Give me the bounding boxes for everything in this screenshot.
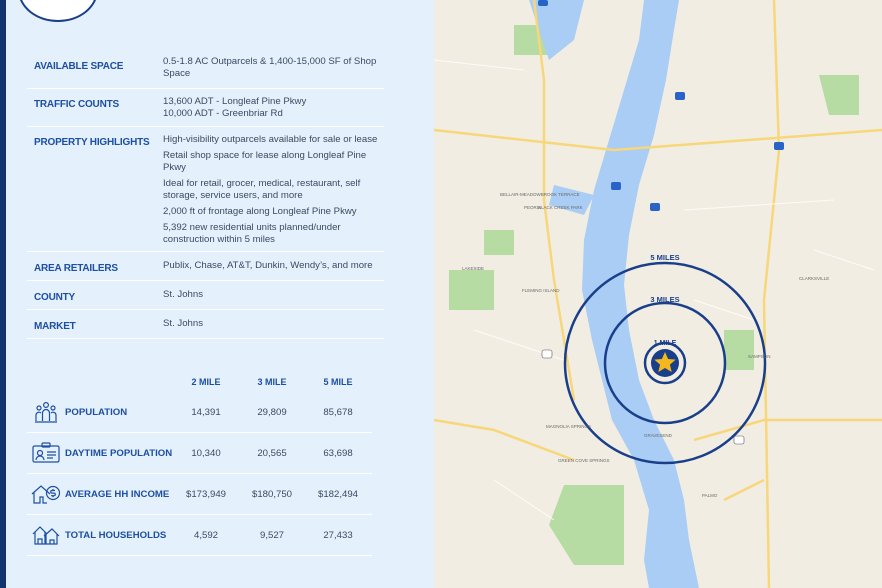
table-row: AREA RETAILERS Publix, Chase, AT&T, Dunk… bbox=[27, 252, 384, 281]
demographics-table: 2 MILE 3 MILE 5 MILE POPULATION 14,391 2… bbox=[27, 372, 372, 556]
houses-icon bbox=[27, 515, 65, 555]
value-line: Retail shop space for lease along Longle… bbox=[163, 150, 367, 173]
cell-5-mile: 27,433 bbox=[323, 529, 353, 541]
table-row: PROPERTY HIGHLIGHTS High-visibility outp… bbox=[27, 127, 384, 252]
row-label-property-highlights: PROPERTY HIGHLIGHTS bbox=[34, 137, 150, 148]
left-edge-bar bbox=[0, 0, 6, 588]
place-label: BLACK CREEK PARK bbox=[538, 205, 583, 210]
place-label: SAMPSON bbox=[748, 354, 771, 359]
row-label: TOTAL HOUSEHOLDS bbox=[65, 529, 167, 541]
row-label-market: MARKET bbox=[34, 321, 76, 332]
header-3-mile: 3 MILE bbox=[257, 377, 287, 387]
table-row: AVAILABLE SPACE 0.5-1.8 AC Outparcels & … bbox=[27, 50, 384, 89]
place-label: FLEMING ISLAND bbox=[522, 288, 560, 293]
id-card-icon bbox=[27, 433, 65, 473]
row-label: DAYTIME POPULATION bbox=[65, 447, 173, 459]
row-value: 13,600 ADT - Longleaf Pine Pkwy 10,000 A… bbox=[163, 96, 384, 124]
row-label: AVERAGE HH INCOME bbox=[65, 488, 170, 500]
value-line: St. Johns bbox=[163, 318, 203, 329]
cell-5-mile: 63,698 bbox=[323, 447, 353, 459]
cell-2-mile: 14,391 bbox=[191, 406, 221, 418]
value-line: Publix, Chase, AT&T, Dunkin, Wendy’s, an… bbox=[163, 260, 373, 271]
place-label: GREEN COVE SPRINGS bbox=[558, 458, 610, 463]
header-5-mile: 5 MILE bbox=[323, 377, 353, 387]
table-row: TRAFFIC COUNTS 13,600 ADT - Longleaf Pin… bbox=[27, 89, 384, 127]
cell-5-mile: $182,494 bbox=[317, 488, 358, 500]
row-value: High-visibility outparcels available for… bbox=[163, 134, 384, 250]
cell-5-mile: 85,678 bbox=[323, 406, 353, 418]
row-label-available-space: AVAILABLE SPACE bbox=[34, 61, 124, 72]
place-label: CLARKSVILLE bbox=[799, 276, 829, 281]
ring-label-5-miles: 5 MILES bbox=[650, 253, 679, 262]
cell-3-mile: 9,527 bbox=[259, 529, 284, 541]
house-dollar-icon bbox=[27, 474, 65, 514]
table-row: MARKET St. Johns bbox=[27, 310, 384, 339]
value-line: 5,392 new residential units planned/unde… bbox=[163, 222, 341, 245]
row-label: POPULATION bbox=[65, 406, 128, 418]
place-label: MAGNOLIA SPRINGS bbox=[546, 424, 591, 429]
table-row: POPULATION 14,391 29,809 85,678 bbox=[27, 392, 372, 433]
row-label-traffic-counts: TRAFFIC COUNTS bbox=[34, 99, 119, 110]
ring-label-1-mile: 1 MILE bbox=[654, 340, 677, 347]
cell-3-mile: 29,809 bbox=[257, 406, 287, 418]
value-line: High-visibility outparcels available for… bbox=[163, 134, 378, 145]
map-canvas: 5 MILES 3 MILES 1 MILE BELLAIR-MEADOWBRO… bbox=[434, 0, 882, 588]
cell-2-mile: $173,949 bbox=[185, 488, 226, 500]
row-value: St. Johns bbox=[163, 289, 384, 305]
row-label-county: COUNTY bbox=[34, 292, 76, 303]
table-row: DAYTIME POPULATION 10,340 20,565 63,698 bbox=[27, 433, 372, 474]
place-label: PALMO bbox=[702, 493, 718, 498]
cell-3-mile: $180,750 bbox=[251, 488, 292, 500]
table-row: TOTAL HOUSEHOLDS 4,592 9,527 27,433 bbox=[27, 515, 372, 556]
ring-label-3-miles: 3 MILES bbox=[650, 295, 679, 304]
place-label: LAKESIDE bbox=[462, 266, 484, 271]
cell-3-mile: 20,565 bbox=[257, 447, 287, 459]
people-group-icon bbox=[27, 392, 65, 432]
demographics-header: 2 MILE 3 MILE 5 MILE bbox=[27, 372, 372, 392]
row-value: St. Johns bbox=[163, 318, 384, 334]
logo-badge bbox=[18, 0, 98, 22]
header-2-mile: 2 MILE bbox=[191, 377, 221, 387]
table-row: COUNTY St. Johns bbox=[27, 281, 384, 310]
row-value: Publix, Chase, AT&T, Dunkin, Wendy’s, an… bbox=[163, 260, 384, 276]
value-line: 2,000 ft of frontage along Longleaf Pine… bbox=[163, 206, 357, 217]
cell-2-mile: 10,340 bbox=[191, 447, 221, 459]
row-value: 0.5-1.8 AC Outparcels & 1,400-15,000 SF … bbox=[163, 56, 384, 84]
info-panel: AVAILABLE SPACE 0.5-1.8 AC Outparcels & … bbox=[0, 0, 434, 588]
table-row: AVERAGE HH INCOME $173,949 $180,750 $182… bbox=[27, 474, 372, 515]
place-label: BELLAIR-MEADOWBROOK TERRACE bbox=[500, 192, 580, 197]
place-label: GRAVESEND bbox=[644, 433, 673, 438]
value-line: St. Johns bbox=[163, 289, 203, 300]
value-line: 10,000 ADT - Greenbriar Rd bbox=[163, 108, 283, 119]
property-table: AVAILABLE SPACE 0.5-1.8 AC Outparcels & … bbox=[27, 50, 384, 339]
value-line: 0.5-1.8 AC Outparcels & 1,400-15,000 SF … bbox=[163, 56, 377, 79]
location-map[interactable]: 5 MILES 3 MILES 1 MILE BELLAIR-MEADOWBRO… bbox=[434, 0, 882, 588]
value-line: Ideal for retail, grocer, medical, resta… bbox=[163, 178, 361, 201]
value-line: 13,600 ADT - Longleaf Pine Pkwy bbox=[163, 96, 307, 107]
cell-2-mile: 4,592 bbox=[193, 529, 218, 541]
row-label-area-retailers: AREA RETAILERS bbox=[34, 263, 118, 274]
